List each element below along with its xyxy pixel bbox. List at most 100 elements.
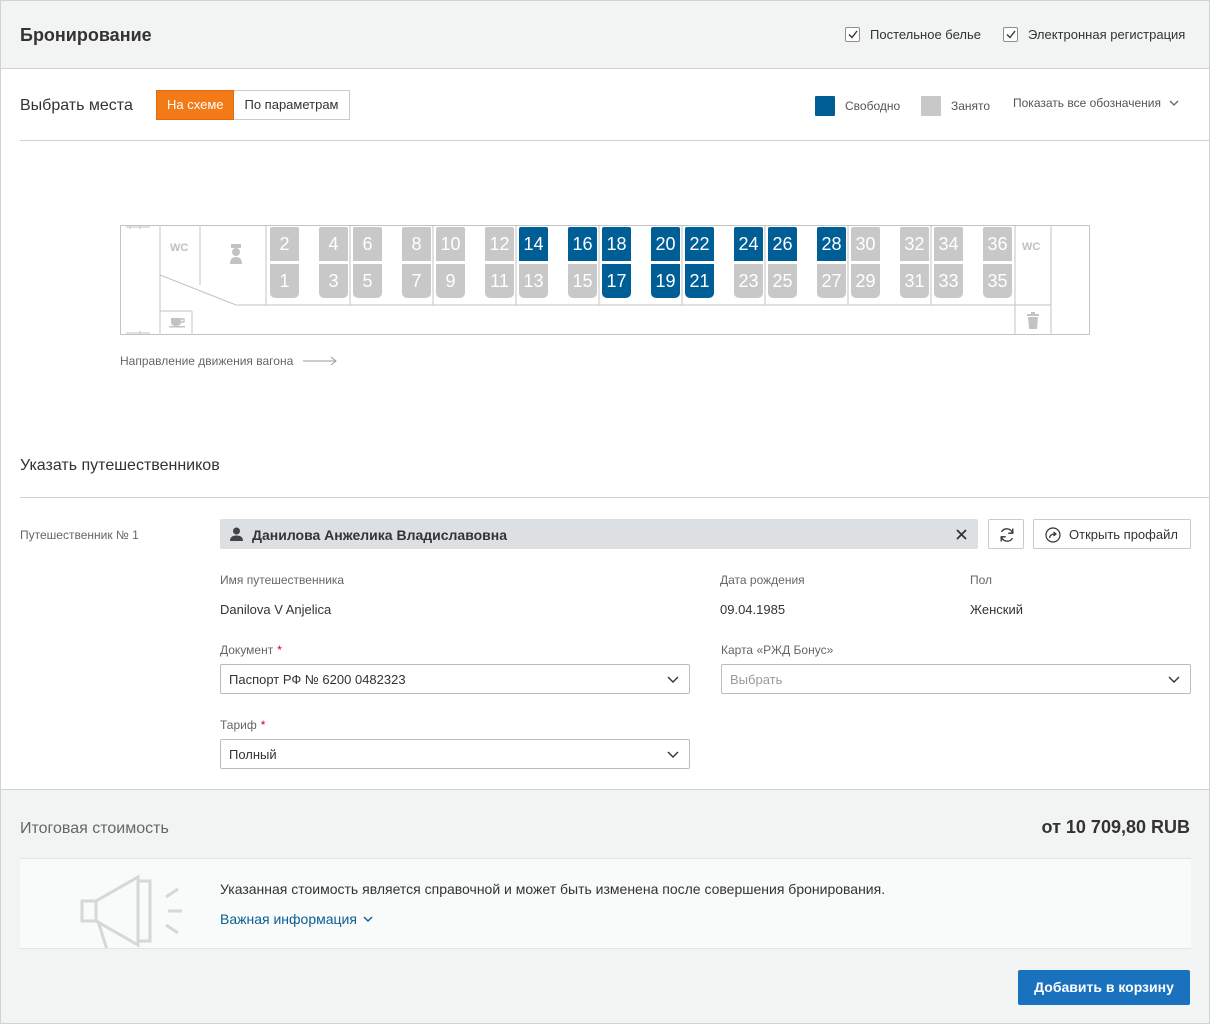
bedding-checkbox[interactable]: Постельное белье xyxy=(845,27,981,42)
document-label-text: Документ xyxy=(220,643,274,657)
seat-9[interactable]: 9 xyxy=(436,264,465,298)
seat-4[interactable]: 4 xyxy=(319,227,348,261)
traveller-latin-name: Danilova V Anjelica xyxy=(220,602,332,617)
bonus-card-placeholder: Выбрать xyxy=(730,672,783,687)
chevron-down-icon xyxy=(667,676,679,683)
chevron-down-icon xyxy=(363,916,373,922)
gender-label: Пол xyxy=(970,573,993,587)
seat-17[interactable]: 17 xyxy=(602,264,631,298)
seat-33[interactable]: 33 xyxy=(934,264,963,298)
tariff-select-value: Полный xyxy=(229,747,277,762)
tariff-label: Тариф * xyxy=(220,718,265,732)
refresh-icon xyxy=(1000,528,1014,542)
refresh-button[interactable] xyxy=(988,519,1024,549)
seat-31[interactable]: 31 xyxy=(900,264,929,298)
open-profile-button[interactable]: Открыть профайл xyxy=(1033,519,1191,549)
tab-scheme[interactable]: На схеме xyxy=(156,90,235,120)
wc-left-label: WC xyxy=(170,242,189,254)
seat-12[interactable]: 12 xyxy=(485,227,514,261)
traveller-name-label: Имя путешественника xyxy=(220,573,345,587)
total-label: Итоговая стоимость xyxy=(20,820,169,837)
seats-divider xyxy=(20,140,1209,141)
seat-14[interactable]: 14 xyxy=(519,227,548,261)
seat-22[interactable]: 22 xyxy=(685,227,714,261)
seat-3[interactable]: 3 xyxy=(319,264,348,298)
eregistration-label: Электронная регистрация xyxy=(1028,27,1186,42)
checkbox-checked-icon xyxy=(845,27,860,42)
seat-27[interactable]: 27 xyxy=(817,264,846,298)
seat-20[interactable]: 20 xyxy=(651,227,680,261)
seat-32[interactable]: 32 xyxy=(900,227,929,261)
seat-34[interactable]: 34 xyxy=(934,227,963,261)
seat-8[interactable]: 8 xyxy=(402,227,431,261)
seat-35[interactable]: 35 xyxy=(983,264,1012,298)
seat-2[interactable]: 2 xyxy=(270,227,299,261)
legend-occupied-label: Занято xyxy=(951,99,991,113)
seat-13[interactable]: 13 xyxy=(519,264,548,298)
seat-24[interactable]: 24 xyxy=(734,227,763,261)
notice-text: Указанная стоимость является справочной … xyxy=(220,881,886,897)
checkbox-checked-icon xyxy=(1003,27,1018,42)
legend-free-label: Свободно xyxy=(845,99,901,113)
bonus-card-select[interactable]: Выбрать xyxy=(721,664,1191,694)
chevron-down-icon xyxy=(1168,676,1180,683)
share-arrow-icon xyxy=(1045,527,1061,543)
trash-bin-icon xyxy=(1027,312,1039,329)
seat-30[interactable]: 30 xyxy=(851,227,880,261)
add-to-cart-button[interactable]: Добавить в корзину xyxy=(1018,970,1190,1005)
dob-label: Дата рождения xyxy=(720,573,805,587)
seat-21[interactable]: 21 xyxy=(685,264,714,298)
show-all-legend-label: Показать все обозначения xyxy=(1013,96,1161,110)
traveller-name: Данилова Анжелика Владиславовна xyxy=(252,527,508,543)
seat-5[interactable]: 5 xyxy=(353,264,382,298)
important-info-label: Важная информация xyxy=(220,911,357,927)
legend-free: Свободно xyxy=(815,96,900,116)
seat-mode-toggle: На схеме По параметрам xyxy=(156,90,350,120)
user-icon xyxy=(230,527,243,541)
seat-25[interactable]: 25 xyxy=(768,264,797,298)
traveller-number-label: Путешественник № 1 xyxy=(20,528,139,542)
arrow-right-icon xyxy=(303,356,338,366)
show-all-legend-link[interactable]: Показать все обозначения xyxy=(1013,96,1179,110)
tariff-select[interactable]: Полный xyxy=(220,739,690,769)
seat-1[interactable]: 1 xyxy=(270,264,299,298)
seat-15[interactable]: 15 xyxy=(568,264,597,298)
seat-28[interactable]: 28 xyxy=(817,227,846,261)
legend-occupied-swatch xyxy=(921,96,941,116)
close-icon[interactable] xyxy=(956,529,967,540)
booking-header: Бронирование Постельное белье Электронна… xyxy=(1,1,1209,69)
wagon-scheme: WC WC 2 1 4 3 6 5 8 7 10 9 12 11 14 13 16 15 18 17 20 19 22 2… xyxy=(120,225,1090,335)
document-label: Документ * xyxy=(220,643,282,657)
wc-right-label: WC xyxy=(1022,241,1041,253)
seat-23[interactable]: 23 xyxy=(734,264,763,298)
seat-7[interactable]: 7 xyxy=(402,264,431,298)
bonus-card-label: Карта «РЖД Бонус» xyxy=(721,643,834,657)
seat-36[interactable]: 36 xyxy=(983,227,1012,261)
seat-26[interactable]: 26 xyxy=(768,227,797,261)
conductor-icon xyxy=(230,244,242,264)
coffee-cup-icon xyxy=(169,318,185,328)
tab-params[interactable]: По параметрам xyxy=(234,90,350,120)
eregistration-checkbox[interactable]: Электронная регистрация xyxy=(1003,27,1185,42)
seat-6[interactable]: 6 xyxy=(353,227,382,261)
seat-11[interactable]: 11 xyxy=(485,264,514,298)
seat-19[interactable]: 19 xyxy=(651,264,680,298)
seat-18[interactable]: 18 xyxy=(602,227,631,261)
seat-16[interactable]: 16 xyxy=(568,227,597,261)
required-mark: * xyxy=(260,718,266,732)
document-select[interactable]: Паспорт РФ № 6200 0482323 xyxy=(220,664,690,694)
price-notice: Указанная стоимость является справочной … xyxy=(20,858,1191,949)
bedding-label: Постельное белье xyxy=(870,27,981,42)
travellers-divider xyxy=(20,497,1209,498)
traveller-chip[interactable]: Данилова Анжелика Владиславовна xyxy=(220,519,978,549)
seat-10[interactable]: 10 xyxy=(436,227,465,261)
document-select-value: Паспорт РФ № 6200 0482323 xyxy=(229,672,406,687)
tariff-label-text: Тариф xyxy=(220,718,257,732)
legend-occupied: Занято xyxy=(921,96,990,116)
page-title: Бронирование xyxy=(20,25,152,45)
important-info-link[interactable]: Важная информация xyxy=(220,911,373,927)
direction-hint: Направление движения вагона xyxy=(120,354,338,368)
seat-29[interactable]: 29 xyxy=(851,264,880,298)
required-mark: * xyxy=(277,643,282,657)
total-price: от 10 709,80 RUB xyxy=(1041,817,1190,837)
